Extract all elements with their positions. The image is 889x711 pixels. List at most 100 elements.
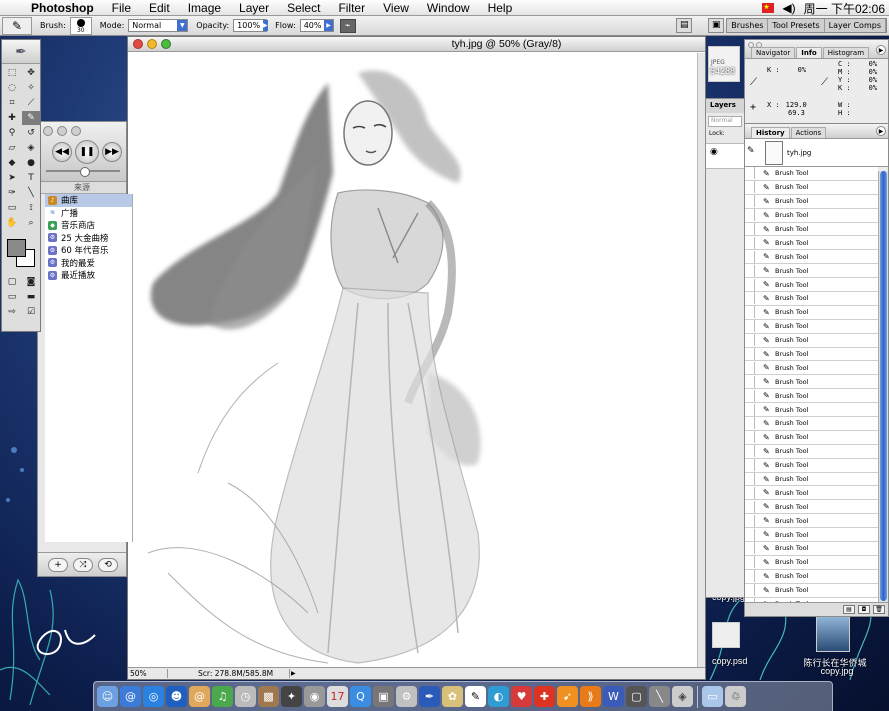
menu-app[interactable]: Photoshop xyxy=(22,0,103,16)
healing-brush-tool-icon[interactable]: ✚ xyxy=(3,111,21,125)
history-source-checkbox[interactable] xyxy=(745,320,755,333)
network-icon[interactable]: ◐ xyxy=(488,686,509,707)
tab-tool-presets[interactable]: Tool Presets xyxy=(768,19,825,32)
history-state[interactable]: ✎ Brush Tool xyxy=(745,264,878,279)
history-state[interactable]: ✎ Brush Tool xyxy=(745,584,878,598)
history-state[interactable]: ✎ Brush Tool xyxy=(745,361,878,376)
status-menu-icon[interactable]: ▶ xyxy=(291,670,299,677)
terminal-icon[interactable]: ▢ xyxy=(626,686,647,707)
history-state[interactable]: ✎ Brush Tool xyxy=(745,181,878,195)
desktop-psd-icon[interactable] xyxy=(712,622,740,648)
mode-select[interactable]: Normal ▼ xyxy=(128,19,189,32)
firefox-icon[interactable]: ⟫ xyxy=(580,686,601,707)
history-source-checkbox[interactable] xyxy=(745,348,755,361)
zoom-tool-icon[interactable]: ⌕ xyxy=(22,216,40,230)
hand-tool-icon[interactable]: ✋ xyxy=(3,216,21,230)
desktop-file-copy-psd[interactable]: copy.psd xyxy=(712,656,747,666)
source-item-top25[interactable]: ⚙ 25 大金曲榜 xyxy=(45,232,132,245)
history-state[interactable]: ✎ Brush Tool xyxy=(745,389,878,404)
standard-mode-icon[interactable]: ▢ xyxy=(3,275,21,289)
repeat-icon[interactable]: ⟲ xyxy=(98,558,118,572)
history-source-checkbox[interactable] xyxy=(745,195,755,208)
history-state[interactable]: ✎ Brush Tool xyxy=(745,514,878,529)
input-flag-icon[interactable] xyxy=(762,3,775,13)
layer-blend-mode[interactable]: Normal xyxy=(708,116,742,127)
history-source-checkbox[interactable] xyxy=(745,570,755,583)
menu-file[interactable]: File xyxy=(103,0,140,16)
photoshop-icon[interactable]: ✒ xyxy=(419,686,440,707)
blur-tool-icon[interactable]: ◆ xyxy=(3,156,21,170)
layers-tab[interactable]: Layers xyxy=(706,99,744,113)
menu-view[interactable]: View xyxy=(374,0,418,16)
history-source-checkbox[interactable] xyxy=(745,167,755,180)
heart-app-icon[interactable]: ♥ xyxy=(511,686,532,707)
history-state[interactable]: ✎ Brush Tool xyxy=(745,250,878,265)
tab-layer-comps[interactable]: Layer Comps xyxy=(825,19,886,32)
history-source-checkbox[interactable] xyxy=(745,361,755,374)
history-source-checkbox[interactable] xyxy=(745,486,755,499)
edit-in-imageready-icon[interactable]: ☑ xyxy=(22,305,40,319)
history-source-checkbox[interactable] xyxy=(745,473,755,486)
path-selection-tool-icon[interactable]: ➤ xyxy=(3,171,21,185)
close-button[interactable] xyxy=(43,126,53,136)
history-state[interactable]: ✎ Brush Tool xyxy=(745,417,878,431)
crop-tool-icon[interactable]: ⌗ xyxy=(3,96,21,110)
shuffle-icon[interactable]: ⤨ xyxy=(73,558,93,572)
itunes-icon[interactable]: ♫ xyxy=(212,686,233,707)
type-tool-icon[interactable]: T xyxy=(22,171,40,185)
imovie-icon[interactable]: ✦ xyxy=(281,686,302,707)
tab-brushes[interactable]: Brushes xyxy=(727,19,769,32)
pen-tool-icon[interactable]: ✑ xyxy=(3,186,21,200)
history-state[interactable]: ✎ Brush Tool xyxy=(745,167,878,181)
flow-field[interactable]: 40% ▶ xyxy=(299,19,334,32)
history-source-checkbox[interactable] xyxy=(745,375,755,388)
airbrush-toggle-icon[interactable]: ⌁ xyxy=(339,18,356,33)
history-state[interactable]: ✎ Brush Tool xyxy=(745,236,878,251)
tab-navigator[interactable]: Navigator xyxy=(751,47,796,58)
source-item-radio[interactable]: ≋ 广播 xyxy=(45,207,132,220)
history-state[interactable]: ✎ Brush Tool xyxy=(745,556,878,570)
trash-icon[interactable]: 🗑 xyxy=(873,605,885,614)
history-state[interactable]: ✎ Brush Tool xyxy=(745,473,878,487)
preview-icon[interactable]: ▣ xyxy=(373,686,394,707)
tab-histogram[interactable]: Histogram xyxy=(822,47,870,58)
history-state[interactable]: ✎ Brush Tool xyxy=(745,348,878,362)
source-item-favorites[interactable]: ⚙ 我的最爱 xyxy=(45,257,132,270)
history-source-checkbox[interactable] xyxy=(745,556,755,569)
finder-icon[interactable]: ☺ xyxy=(97,686,118,707)
history-state[interactable]: ✎ Brush Tool xyxy=(745,292,878,306)
red-cross-icon[interactable]: ✚ xyxy=(534,686,555,707)
tab-history[interactable]: History xyxy=(751,127,790,138)
palette-menu-icon[interactable]: ▶ xyxy=(876,45,886,55)
utility-icon[interactable]: ╲ xyxy=(649,686,670,707)
mail-icon[interactable]: @ xyxy=(120,686,141,707)
zoom-button[interactable] xyxy=(71,126,81,136)
imageready-jump-icon[interactable]: ⇨ xyxy=(3,305,21,319)
history-state[interactable]: ✎ Brush Tool xyxy=(745,431,878,445)
clock[interactable]: 周一 下午02:06 xyxy=(804,0,885,17)
history-state[interactable]: ✎ Brush Tool xyxy=(745,459,878,473)
history-scrollbar[interactable] xyxy=(878,171,888,609)
quicktime-icon[interactable]: Q xyxy=(350,686,371,707)
history-state[interactable]: ✎ Brush Tool xyxy=(745,375,878,390)
layer-row[interactable]: ◉ xyxy=(706,143,744,169)
tab-info[interactable]: Info xyxy=(796,47,822,58)
lasso-tool-icon[interactable]: ◌ xyxy=(3,81,21,95)
history-state[interactable]: ✎ Brush Tool xyxy=(745,570,878,584)
history-source-checkbox[interactable] xyxy=(745,334,755,347)
desktop-photo-thumbnail[interactable] xyxy=(816,616,850,652)
illustrator-icon[interactable]: ✿ xyxy=(442,686,463,707)
trash-icon[interactable]: ♲ xyxy=(725,686,746,707)
brush-tool-icon[interactable]: ✎ xyxy=(22,111,40,125)
history-source-checkbox[interactable] xyxy=(745,542,755,555)
history-source-checkbox[interactable] xyxy=(745,236,755,249)
minimize-button[interactable] xyxy=(57,126,67,136)
palette-menu-icon[interactable]: ▶ xyxy=(876,126,886,136)
brush-app-icon[interactable]: ✎ xyxy=(465,686,486,707)
history-source-checkbox[interactable] xyxy=(745,459,755,472)
line-tool-icon[interactable]: ╲ xyxy=(22,186,40,200)
history-source-checkbox[interactable] xyxy=(745,445,755,458)
clone-stamp-tool-icon[interactable]: ⚲ xyxy=(3,126,21,140)
marquee-tool-icon[interactable]: ⬚ xyxy=(3,66,21,80)
menu-help[interactable]: Help xyxy=(479,0,522,16)
